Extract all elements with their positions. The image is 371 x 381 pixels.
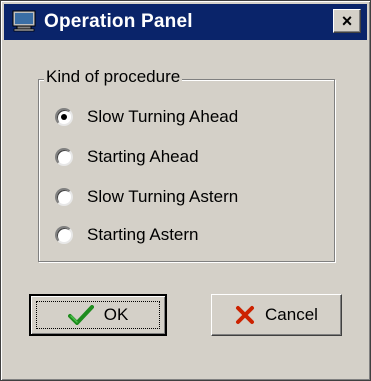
radio-button-checked[interactable] [55, 108, 73, 126]
focus-rectangle [36, 301, 160, 329]
ok-button[interactable]: OK [29, 294, 167, 336]
radio-label: Starting Ahead [87, 147, 199, 166]
radio-label: Slow Turning Astern [87, 187, 239, 206]
cancel-label: Cancel [265, 305, 318, 324]
close-button[interactable]: × [333, 9, 361, 33]
radio-slow-turning-ahead[interactable]: Slow Turning Ahead [55, 104, 238, 130]
operation-panel-dialog: Operation Panel × Kind of procedure Slow… [0, 0, 371, 381]
radio-starting-ahead[interactable]: Starting Ahead [55, 144, 199, 170]
radio-starting-astern[interactable]: Starting Astern [55, 222, 199, 248]
window-app-icon [12, 10, 36, 32]
radio-label: Slow Turning Ahead [87, 107, 239, 126]
window-title: Operation Panel [44, 11, 193, 32]
title-bar[interactable]: Operation Panel × [4, 4, 367, 40]
radio-slow-turning-astern[interactable]: Slow Turning Astern [55, 184, 238, 210]
radio-button[interactable] [55, 226, 73, 244]
cancel-button[interactable]: Cancel [211, 294, 342, 336]
close-icon: × [341, 11, 353, 31]
x-mark-icon [235, 305, 255, 325]
groupbox-legend: Kind of procedure [44, 67, 183, 87]
radio-label: Starting Astern [87, 225, 199, 244]
radio-button[interactable] [55, 148, 73, 166]
radio-button[interactable] [55, 188, 73, 206]
